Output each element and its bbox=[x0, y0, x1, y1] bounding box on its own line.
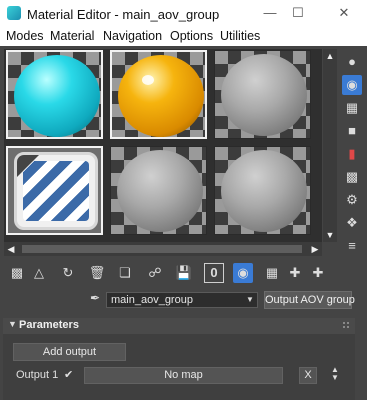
go-to-parent-icon[interactable]: ✚ bbox=[285, 263, 305, 283]
decal-preview bbox=[14, 152, 98, 230]
close-icon[interactable]: ✕ bbox=[330, 2, 358, 24]
get-material-icon[interactable]: ▩ bbox=[7, 263, 27, 283]
map-button[interactable]: No map bbox=[84, 367, 283, 384]
menu-modes[interactable]: Modes bbox=[6, 29, 44, 43]
menu-utilities[interactable]: Utilities bbox=[220, 29, 260, 43]
material-type-button[interactable]: Output AOV group bbox=[264, 291, 355, 309]
output-label: Output 1 bbox=[16, 369, 59, 381]
sample-type-icon[interactable]: ● bbox=[342, 52, 362, 72]
reorder-spinner-icon[interactable]: ▲ ▼ bbox=[330, 366, 340, 382]
slots-vertical-scrollbar[interactable]: ▲ ▼ bbox=[323, 49, 337, 242]
menu-options[interactable]: Options bbox=[170, 29, 213, 43]
make-preview-icon[interactable]: ▩ bbox=[342, 167, 362, 187]
material-map-navigator-icon[interactable]: ≡ bbox=[342, 236, 362, 256]
sample-slot-1[interactable] bbox=[6, 50, 103, 139]
output-enable-checkbox[interactable]: ✔ bbox=[64, 368, 73, 381]
sample-slot-2[interactable] bbox=[110, 50, 207, 139]
slots-horizontal-scrollbar[interactable]: ◀ ▶ bbox=[4, 242, 322, 256]
delete-icon[interactable]: 🗑 bbox=[87, 263, 107, 283]
material-preview-grey bbox=[221, 54, 307, 136]
select-by-material-icon[interactable]: ❖ bbox=[342, 213, 362, 233]
material-preview-grey bbox=[221, 150, 307, 232]
add-output-button[interactable]: Add output bbox=[13, 343, 126, 361]
sample-slot-3[interactable] bbox=[214, 50, 311, 139]
window-title: Material Editor - main_aov_group bbox=[27, 7, 220, 22]
material-preview-cyan bbox=[14, 55, 100, 137]
drag-grip-icon[interactable] bbox=[342, 321, 350, 329]
backlight-icon[interactable]: ◉ bbox=[342, 75, 362, 95]
show-shaded-icon[interactable]: ◉ bbox=[233, 263, 253, 283]
scroll-left-icon[interactable]: ◀ bbox=[4, 242, 18, 256]
material-name-field[interactable]: main_aov_group bbox=[106, 292, 258, 308]
go-forward-icon[interactable]: ✚ bbox=[308, 263, 328, 283]
put-to-library-icon[interactable]: ☍ bbox=[145, 263, 165, 283]
scroll-down-icon[interactable]: ▼ bbox=[323, 228, 337, 242]
video-color-check-icon[interactable]: ▮ bbox=[342, 144, 362, 164]
scroll-thumb[interactable] bbox=[22, 245, 302, 253]
remove-output-button[interactable]: X bbox=[299, 367, 317, 384]
menu-material[interactable]: Material bbox=[50, 29, 94, 43]
sample-slot-4[interactable] bbox=[6, 146, 103, 235]
make-unique-icon[interactable]: ❏ bbox=[115, 263, 135, 283]
options-icon[interactable]: ⚙ bbox=[342, 190, 362, 210]
background-icon[interactable]: ▦ bbox=[342, 98, 362, 118]
material-preview-grey bbox=[117, 150, 203, 232]
eyedropper-icon[interactable]: ✒ bbox=[86, 291, 104, 309]
menu-navigation[interactable]: Navigation bbox=[103, 29, 162, 43]
collapse-icon[interactable]: ▼ bbox=[8, 319, 17, 329]
scroll-right-icon[interactable]: ▶ bbox=[308, 242, 322, 256]
show-end-result-icon[interactable]: ▦ bbox=[262, 263, 282, 283]
material-id-icon[interactable]: 0 bbox=[204, 263, 224, 283]
chevron-down-icon[interactable]: ▼ bbox=[246, 292, 254, 308]
save-icon[interactable]: 💾 bbox=[174, 263, 194, 283]
scroll-up-icon[interactable]: ▲ bbox=[323, 49, 337, 63]
sample-slot-5[interactable] bbox=[110, 146, 207, 235]
app-icon bbox=[7, 6, 21, 20]
sample-slot-6[interactable] bbox=[214, 146, 311, 235]
assign-to-selection-icon[interactable]: ↻ bbox=[58, 263, 78, 283]
maximize-icon[interactable]: ☐ bbox=[284, 2, 312, 24]
minimize-icon[interactable]: — bbox=[256, 2, 284, 24]
material-preview-gold bbox=[118, 55, 204, 137]
parameters-title: Parameters bbox=[19, 319, 79, 331]
uv-tiling-icon[interactable]: ■ bbox=[342, 121, 362, 141]
put-to-scene-icon[interactable]: △ bbox=[29, 263, 49, 283]
